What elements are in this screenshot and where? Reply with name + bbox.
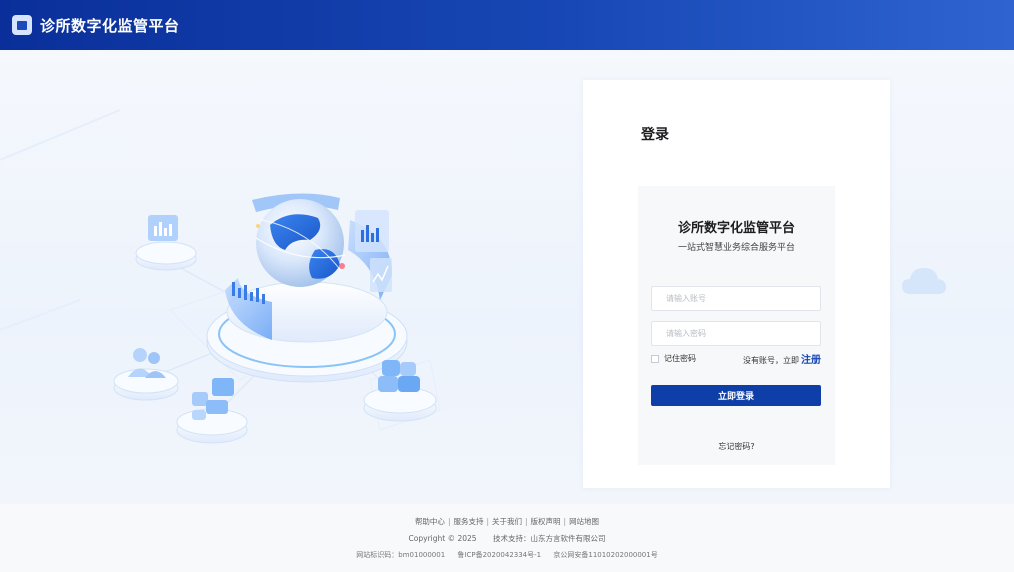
- remember-checkbox[interactable]: [651, 354, 659, 363]
- copyright-text: Copyright © 2025: [408, 534, 477, 543]
- footer: 帮助中心 | 服务支持 | 关于我们 | 版权声明 | 网站地图 Copyright © 202…: [0, 504, 1014, 572]
- login-card: 登录 诊所数字化监管平台 一站式智慧业务综合服务平台 记住密码 没有账号，立即 …: [583, 80, 890, 488]
- forgot-password-link[interactable]: 忘记密码?: [638, 441, 835, 452]
- footer-registration-line: 网站标识码：bm01000001 鲁ICP备2020042334号-1 京公网安…: [0, 550, 1014, 560]
- footer-link-support[interactable]: 服务支持: [453, 517, 483, 526]
- top-header: 诊所数字化监管平台: [0, 0, 1014, 50]
- register-prompt: 没有账号，立即 注册: [743, 351, 821, 366]
- footer-copyright-line: Copyright © 2025 技术支持：山东方言软件有限公司: [0, 533, 1014, 544]
- footer-link-copyright[interactable]: 版权声明: [531, 517, 561, 526]
- cloud-icon: [902, 268, 946, 294]
- police-record-text: 京公网安备11010202000001号: [553, 551, 658, 559]
- footer-link-about[interactable]: 关于我们: [492, 517, 522, 526]
- data-platform-illustration-icon: [0, 109, 441, 444]
- app-title: 诊所数字化监管平台: [40, 16, 180, 35]
- remember-password[interactable]: 记住密码: [651, 353, 696, 364]
- panel-title: 诊所数字化监管平台: [677, 221, 795, 236]
- icp-text: 鲁ICP备2020042334号-1: [457, 551, 542, 559]
- password-input[interactable]: [651, 321, 821, 346]
- login-button[interactable]: 立即登录: [651, 385, 821, 406]
- footer-links: 帮助中心 | 服务支持 | 关于我们 | 版权声明 | 网站地图: [414, 517, 600, 526]
- panel-subtitle: 一站式智慧业务综合服务平台: [677, 243, 795, 253]
- app-logo-icon: [12, 15, 32, 35]
- tech-support-text: 技术支持：山东方言软件有限公司: [492, 534, 606, 543]
- footer-link-help[interactable]: 帮助中心: [415, 517, 445, 526]
- remember-label: 记住密码: [664, 354, 696, 363]
- no-account-text: 没有账号，立即: [743, 356, 799, 365]
- register-link[interactable]: 注册: [801, 351, 821, 366]
- footer-link-sitemap[interactable]: 网站地图: [569, 517, 599, 526]
- login-heading: 登录: [641, 127, 669, 143]
- account-input[interactable]: [651, 286, 821, 311]
- main-area: 登录 诊所数字化监管平台 一站式智慧业务综合服务平台 记住密码 没有账号，立即 …: [0, 50, 1014, 504]
- site-code-text: 网站标识码：bm01000001: [356, 551, 446, 559]
- login-form: 诊所数字化监管平台 一站式智慧业务综合服务平台 记住密码 没有账号，立即 注册 …: [638, 186, 835, 465]
